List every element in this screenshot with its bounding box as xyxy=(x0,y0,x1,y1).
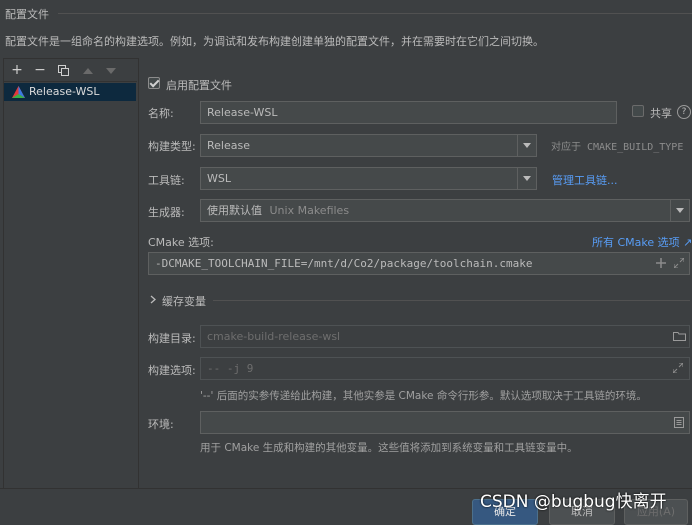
all-cmake-options-link[interactable]: 所有 CMake 选项 ↗ xyxy=(592,234,692,250)
environment-label: 环境: xyxy=(148,418,174,431)
cmake-icon xyxy=(12,86,25,98)
move-up-button[interactable] xyxy=(82,66,94,76)
copy-profile-button[interactable] xyxy=(58,65,69,76)
chevron-right-icon[interactable] xyxy=(150,295,157,304)
toolchain-dropdown[interactable]: WSL xyxy=(200,167,537,190)
enable-profile-label: 启用配置文件 xyxy=(166,79,232,92)
arrow-down-icon xyxy=(106,68,116,74)
cache-variables-toggle[interactable]: 缓存变量 xyxy=(162,293,206,309)
enable-profile-checkbox[interactable] xyxy=(148,77,160,89)
add-profile-button[interactable]: + xyxy=(10,63,24,77)
manage-toolchains-link[interactable]: 管理工具链... xyxy=(552,172,618,188)
help-icon[interactable]: ? xyxy=(677,105,691,119)
generator-hint: Unix Makefiles xyxy=(269,204,350,217)
toolchain-value: WSL xyxy=(207,172,231,185)
section-title: 配置文件 xyxy=(5,8,49,21)
profiles-panel xyxy=(3,58,139,490)
profile-list-item[interactable]: Release-WSL xyxy=(4,83,136,101)
chevron-down-icon xyxy=(670,200,689,221)
build-options-help: '--' 后面的实参传递给此构建，其他实参是 CMake 命令行形参。默认选项取… xyxy=(200,390,647,402)
build-dir-input[interactable]: cmake-build-release-wsl xyxy=(200,325,690,348)
folder-icon[interactable] xyxy=(673,331,686,341)
name-input[interactable]: Release-WSL xyxy=(200,101,617,124)
build-options-placeholder: -- -j 9 xyxy=(207,362,254,375)
section-description: 配置文件是一组命名的构建选项。例如，为调试和发布构建创建单独的配置文件，并在需要… xyxy=(5,35,544,48)
build-type-dropdown[interactable]: Release xyxy=(200,134,537,157)
build-dir-label: 构建目录: xyxy=(148,332,196,345)
toolchain-label: 工具链: xyxy=(148,174,185,187)
toolbar-divider xyxy=(4,81,137,82)
copy-icon xyxy=(58,65,69,76)
cmake-options-value: -DCMAKE_TOOLCHAIN_FILE=/mnt/d/Co2/packag… xyxy=(155,257,533,270)
share-checkbox[interactable] xyxy=(632,105,644,117)
build-type-hint: 对应于 CMAKE_BUILD_TYPE xyxy=(551,142,684,153)
watermark: CSDN @bugbug快离开 xyxy=(480,492,667,512)
generator-value: 使用默认值 xyxy=(207,204,262,217)
document-icon[interactable] xyxy=(674,417,684,428)
build-dir-placeholder: cmake-build-release-wsl xyxy=(207,330,341,343)
cache-divider xyxy=(213,300,690,301)
arrow-up-icon xyxy=(83,68,93,74)
cmake-options-input[interactable]: -DCMAKE_TOOLCHAIN_FILE=/mnt/d/Co2/packag… xyxy=(148,252,690,275)
header-divider xyxy=(58,13,692,14)
chevron-down-icon xyxy=(517,135,536,156)
cmake-options-label: CMake 选项: xyxy=(148,236,214,249)
expand-icon[interactable] xyxy=(674,258,684,268)
remove-profile-button[interactable]: − xyxy=(33,63,47,77)
build-options-label: 构建选项: xyxy=(148,364,196,377)
environment-input[interactable] xyxy=(200,411,690,434)
chevron-down-icon xyxy=(517,168,536,189)
generator-dropdown[interactable]: 使用默认值 Unix Makefiles xyxy=(200,199,690,222)
build-options-input[interactable]: -- -j 9 xyxy=(200,357,690,380)
share-label: 共享 xyxy=(650,107,672,120)
generator-label: 生成器: xyxy=(148,206,185,219)
environment-help: 用于 CMake 生成和构建的其他变量。这些值将添加到系统变量和工具链变量中。 xyxy=(200,442,578,454)
plus-icon[interactable] xyxy=(656,258,666,268)
expand-icon[interactable] xyxy=(673,363,683,373)
build-type-value: Release xyxy=(207,139,250,152)
move-down-button[interactable] xyxy=(105,66,117,76)
profile-item-label: Release-WSL xyxy=(29,85,100,98)
build-type-label: 构建类型: xyxy=(148,140,196,153)
name-label: 名称: xyxy=(148,107,174,120)
